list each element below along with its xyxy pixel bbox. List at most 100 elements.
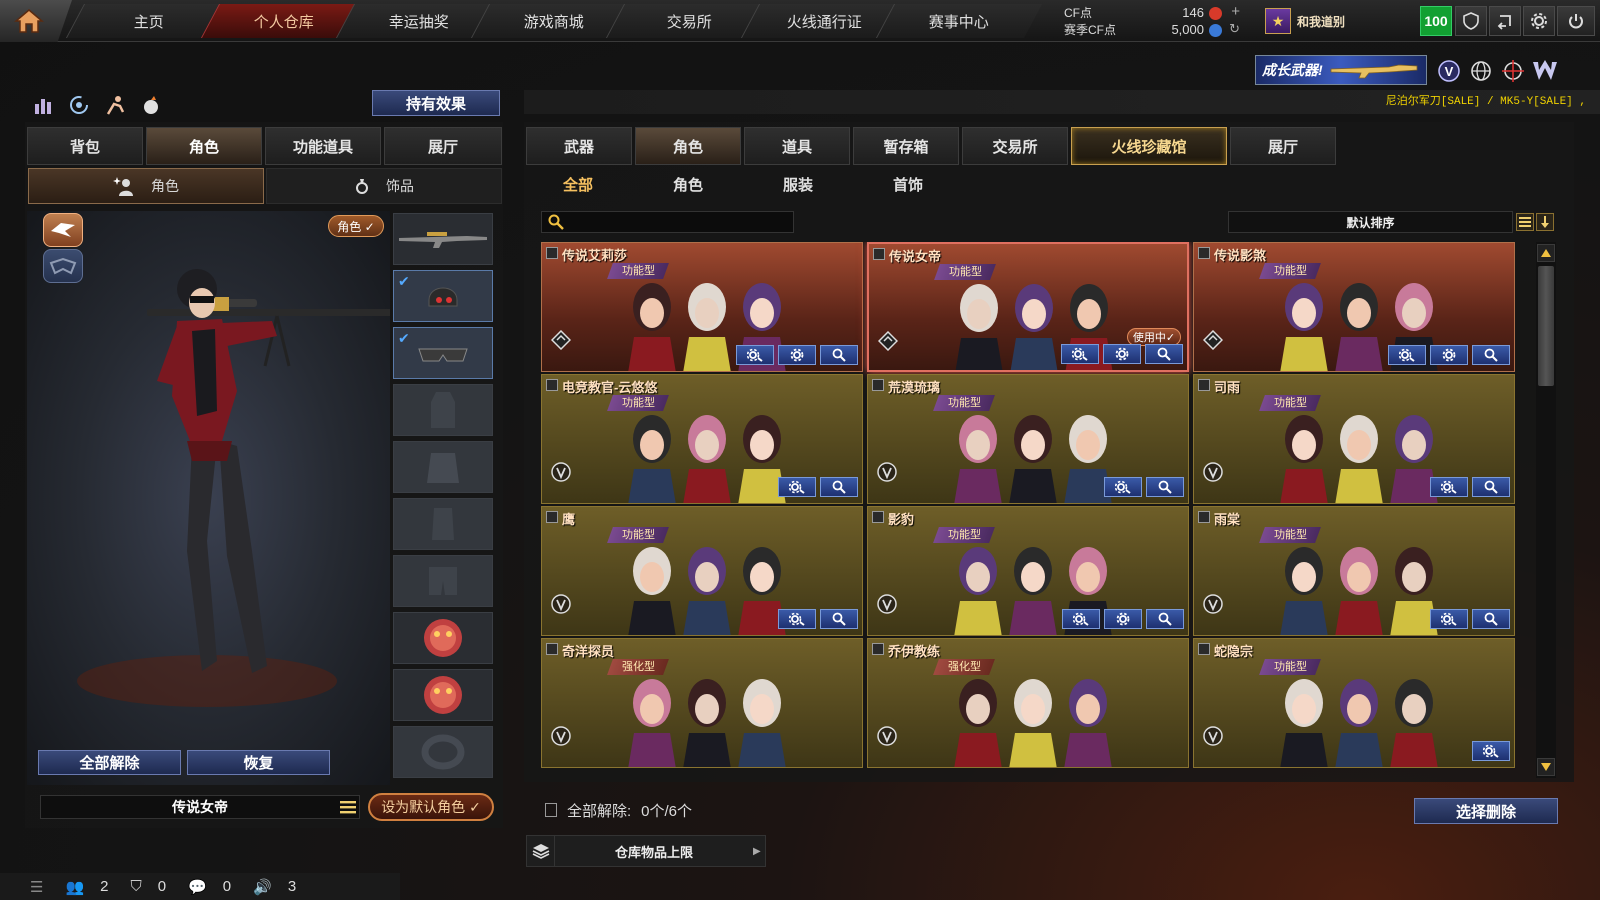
user-info[interactable]: ★ 和我道别	[1265, 6, 1345, 36]
inspect-button[interactable]	[1472, 345, 1510, 365]
add-points-icon[interactable]: +	[1231, 4, 1240, 20]
inspect-button[interactable]	[1146, 477, 1184, 497]
tab-collection-hall[interactable]: 火线珍藏馆	[1071, 127, 1227, 165]
v-badge-icon[interactable]: V	[1436, 58, 1462, 84]
favorite-star-icon[interactable]	[546, 643, 558, 655]
rotate-view-icon[interactable]	[66, 92, 92, 118]
favorite-star-icon[interactable]	[546, 511, 558, 523]
sort-dropdown[interactable]: 默认排序	[1228, 211, 1513, 233]
shield-icon[interactable]	[1455, 6, 1487, 36]
favorite-star-icon[interactable]	[546, 247, 558, 259]
slot-ornament-1[interactable]	[393, 612, 493, 664]
slot-ornament-2[interactable]	[393, 669, 493, 721]
subtab-clothing[interactable]: 服装	[758, 170, 838, 198]
slot-backpack[interactable]	[393, 441, 493, 493]
inspect-button[interactable]	[1472, 477, 1510, 497]
character-card[interactable]: 鹰功能型	[541, 506, 863, 636]
subtab-roles[interactable]: 角色	[648, 170, 728, 198]
growth-weapon-banner[interactable]: 成长武器!	[1255, 55, 1427, 85]
bookmark-icon[interactable]	[545, 803, 557, 817]
return-icon[interactable]	[1489, 6, 1521, 36]
character-card[interactable]: 电竞教官-云悠悠 功能型	[541, 374, 863, 504]
favorite-star-icon[interactable]	[872, 643, 884, 655]
favorite-star-icon[interactable]	[1198, 379, 1210, 391]
customize-button[interactable]	[1061, 344, 1099, 364]
list-menu-icon[interactable]	[338, 797, 358, 817]
tab-exchange[interactable]: 交易所	[962, 127, 1068, 165]
clan-shield-icon[interactable]: ⛉	[130, 878, 141, 895]
power-icon[interactable]	[1557, 6, 1595, 36]
character-preview[interactable]: 角色 ✓	[27, 211, 390, 785]
character-card[interactable]: 荒漠琉璃 功能型	[867, 374, 1189, 504]
tab-character[interactable]: 角色	[146, 127, 262, 165]
slot-primary-weapon[interactable]	[393, 213, 493, 265]
character-card[interactable]: 蛇隐宗 功能型	[1193, 638, 1515, 768]
inspect-button[interactable]	[820, 609, 858, 629]
favorite-star-icon[interactable]	[546, 379, 558, 391]
scroll-thumb[interactable]	[1538, 266, 1554, 386]
tab-showroom-right[interactable]: 展厅	[1230, 127, 1336, 165]
eagle-emblem-icon[interactable]	[43, 213, 83, 247]
search-input[interactable]	[570, 215, 770, 229]
customize-button[interactable]	[1430, 477, 1468, 497]
friends-icon[interactable]: 👥	[65, 878, 84, 896]
slot-pants[interactable]	[393, 555, 493, 607]
inspect-button[interactable]	[1145, 344, 1183, 364]
settings-button[interactable]	[1104, 609, 1142, 629]
character-card[interactable]: 影豹 功能型	[867, 506, 1189, 636]
globe-icon[interactable]	[1468, 58, 1494, 84]
favorite-star-icon[interactable]	[872, 379, 884, 391]
favorite-star-icon[interactable]	[1198, 511, 1210, 523]
favorite-star-icon[interactable]	[1198, 247, 1210, 259]
subtab-accessory[interactable]: 饰品	[266, 168, 502, 204]
slot-goggles[interactable]: ✔	[393, 327, 493, 379]
slot-vest[interactable]	[393, 384, 493, 436]
subtab-all[interactable]: 全部	[538, 170, 618, 198]
tab-storage-box[interactable]: 暂存箱	[853, 127, 959, 165]
nav-tab-event-center[interactable]: 赛事中心	[875, 4, 1043, 38]
holding-effect-button[interactable]: 持有效果	[372, 90, 500, 116]
effect-toggle-icon[interactable]	[138, 92, 164, 118]
inspect-button[interactable]	[820, 477, 858, 497]
settings-button[interactable]	[1103, 344, 1141, 364]
grid-scrollbar[interactable]	[1536, 242, 1556, 778]
inspect-button[interactable]	[820, 345, 858, 365]
favorite-star-icon[interactable]	[873, 248, 885, 260]
settings-button[interactable]	[778, 345, 816, 365]
character-card[interactable]: 司雨 功能型	[1193, 374, 1515, 504]
inspect-button[interactable]	[1472, 609, 1510, 629]
customize-button[interactable]	[778, 477, 816, 497]
stats-icon[interactable]	[30, 92, 56, 118]
sale-ticker[interactable]: 尼泊尔军刀[SALE] / MK5-Y[SALE] ,	[524, 90, 1600, 114]
menu-list-icon[interactable]: ☰	[30, 878, 43, 896]
crosshair-icon[interactable]	[1500, 58, 1526, 84]
customize-button[interactable]	[1388, 345, 1426, 365]
speaker-icon[interactable]: 🔊	[253, 878, 272, 896]
warehouse-limit-bar[interactable]: 仓库物品上限 ▶	[526, 835, 766, 867]
customize-button[interactable]	[1062, 609, 1100, 629]
settings-button[interactable]	[1430, 345, 1468, 365]
customize-button[interactable]	[736, 345, 774, 365]
scroll-up-arrow-icon[interactable]	[1537, 244, 1555, 262]
customize-button[interactable]	[1472, 741, 1510, 761]
favorite-star-icon[interactable]	[872, 511, 884, 523]
w-logo-icon[interactable]	[1532, 58, 1558, 84]
pose-icon[interactable]	[102, 92, 128, 118]
customize-button[interactable]	[1430, 609, 1468, 629]
character-card[interactable]: 传说艾莉莎 功能型	[541, 242, 863, 372]
tab-weapons[interactable]: 武器	[526, 127, 632, 165]
subtab-jewelry[interactable]: 首饰	[868, 170, 948, 198]
character-card[interactable]: 传说女帝 功能型 使用中✓	[867, 242, 1189, 372]
select-delete-button[interactable]: 选择删除	[1414, 798, 1558, 824]
character-card[interactable]: 雨棠 功能型	[1193, 506, 1515, 636]
tab-showroom[interactable]: 展厅	[384, 127, 502, 165]
tab-backpack[interactable]: 背包	[27, 127, 143, 165]
customize-button[interactable]	[1104, 477, 1142, 497]
slot-gloves[interactable]	[393, 498, 493, 550]
subtab-character[interactable]: 角色	[28, 168, 264, 204]
scroll-down-arrow-icon[interactable]	[1537, 758, 1555, 776]
sort-descending-icon[interactable]	[1536, 213, 1554, 231]
restore-button[interactable]: 恢复	[187, 750, 330, 775]
mask-emblem-icon[interactable]	[43, 249, 83, 283]
chat-bubble-icon[interactable]: 💬	[188, 878, 207, 896]
